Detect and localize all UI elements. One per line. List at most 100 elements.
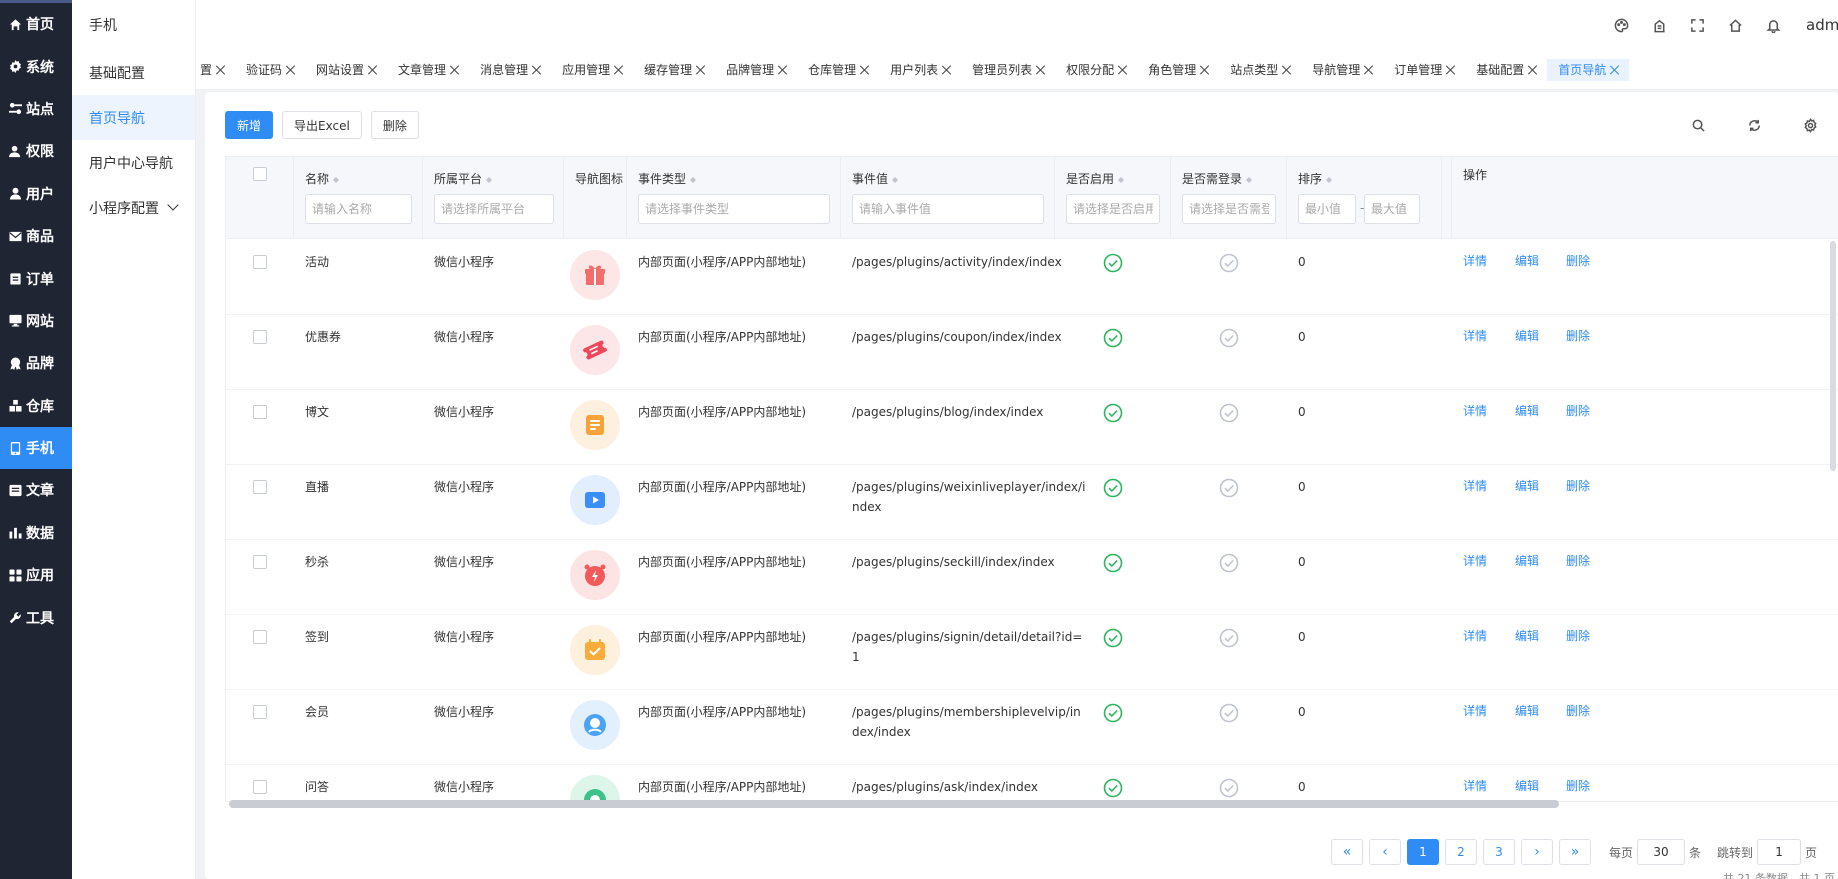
tab-7[interactable]: 品牌管理 [715, 59, 797, 81]
tab-5[interactable]: 应用管理 [551, 59, 633, 81]
close-icon[interactable] [1036, 65, 1046, 75]
detail-link[interactable]: 详情 [1463, 327, 1487, 344]
tab-9[interactable]: 用户列表 [879, 59, 961, 81]
close-icon[interactable] [1610, 65, 1620, 75]
tab-8[interactable]: 仓库管理 [797, 59, 879, 81]
column-enabled-label[interactable]: 是否启用 [1066, 170, 1125, 187]
next-page-button[interactable]: › [1521, 839, 1553, 865]
column-login-label[interactable]: 是否需登录 [1182, 170, 1253, 187]
settings-icon[interactable] [1782, 110, 1838, 140]
jump-page-input[interactable] [1757, 839, 1802, 865]
edit-link[interactable]: 编辑 [1515, 627, 1539, 644]
sort-icon[interactable] [891, 174, 899, 184]
platform-filter-select[interactable] [434, 194, 554, 224]
sort-icon[interactable] [485, 174, 493, 184]
row-checkbox[interactable] [253, 705, 267, 719]
close-icon[interactable] [860, 65, 870, 75]
event-type-filter-select[interactable] [638, 194, 830, 224]
search-icon[interactable] [1670, 110, 1726, 140]
column-sort-label[interactable]: 排序 [1298, 170, 1333, 187]
page-button-1[interactable]: 1 [1407, 839, 1439, 865]
tab-10[interactable]: 管理员列表 [961, 59, 1055, 81]
vertical-scrollbar[interactable] [1830, 241, 1836, 471]
close-icon[interactable] [778, 65, 788, 75]
page-button-3[interactable]: 3 [1483, 839, 1515, 865]
edit-link[interactable]: 编辑 [1515, 477, 1539, 494]
tab-12[interactable]: 角色管理 [1137, 59, 1219, 81]
delete-link[interactable]: 删除 [1566, 702, 1590, 719]
close-icon[interactable] [1446, 65, 1456, 75]
nav-item-1[interactable]: 系统 [0, 45, 72, 87]
edit-link[interactable]: 编辑 [1515, 702, 1539, 719]
nav-item-9[interactable]: 仓库 [0, 385, 72, 427]
close-icon[interactable] [942, 65, 952, 75]
sort-icon[interactable] [1117, 174, 1125, 184]
close-icon[interactable] [1118, 65, 1128, 75]
submenu-item-basic-config[interactable]: 基础配置 [72, 50, 195, 95]
sort-max-input[interactable] [1364, 194, 1420, 224]
close-icon[interactable] [450, 65, 460, 75]
sort-icon[interactable] [1245, 174, 1253, 184]
add-button[interactable]: 新增 [225, 111, 274, 139]
first-page-button[interactable]: « [1331, 839, 1363, 865]
edit-link[interactable]: 编辑 [1515, 327, 1539, 344]
name-filter-input[interactable] [305, 194, 412, 224]
edit-link[interactable]: 编辑 [1515, 252, 1539, 269]
row-checkbox[interactable] [253, 255, 267, 269]
edit-link[interactable]: 编辑 [1515, 552, 1539, 569]
tab-6[interactable]: 缓存管理 [633, 59, 715, 81]
close-icon[interactable] [532, 65, 542, 75]
detail-link[interactable]: 详情 [1463, 252, 1487, 269]
nav-item-10[interactable]: 手机 [0, 426, 72, 470]
column-platform-label[interactable]: 所属平台 [434, 170, 493, 187]
tab-4[interactable]: 消息管理 [469, 59, 551, 81]
home-outline-icon[interactable] [1716, 0, 1754, 50]
nav-item-8[interactable]: 品牌 [0, 342, 72, 384]
column-event-type-label[interactable]: 事件类型 [638, 170, 697, 187]
submenu-item-home-nav[interactable]: 首页导航 [72, 95, 195, 140]
nav-item-0[interactable]: 首页 [0, 3, 72, 45]
per-page-input[interactable] [1637, 839, 1686, 865]
close-icon[interactable] [216, 65, 226, 75]
delete-link[interactable]: 删除 [1566, 477, 1590, 494]
column-event-value-label[interactable]: 事件值 [852, 170, 899, 187]
row-checkbox[interactable] [253, 330, 267, 344]
enabled-filter-select[interactable] [1066, 194, 1160, 224]
nav-item-13[interactable]: 应用 [0, 554, 72, 596]
nav-item-12[interactable]: 数据 [0, 512, 72, 554]
last-page-button[interactable]: » [1559, 839, 1591, 865]
row-checkbox[interactable] [253, 780, 267, 794]
nav-item-2[interactable]: 站点 [0, 88, 72, 130]
nav-item-4[interactable]: 用户 [0, 173, 72, 215]
row-checkbox[interactable] [253, 630, 267, 644]
sort-icon[interactable] [1325, 174, 1333, 184]
nav-item-7[interactable]: 网站 [0, 300, 72, 342]
close-icon[interactable] [1364, 65, 1374, 75]
tab-17[interactable]: 首页导航 [1547, 58, 1630, 81]
bell-icon[interactable] [1754, 0, 1792, 50]
palette-icon[interactable] [1602, 0, 1640, 50]
delete-link[interactable]: 删除 [1566, 327, 1590, 344]
nav-item-6[interactable]: 订单 [0, 257, 72, 299]
sort-min-input[interactable] [1298, 194, 1356, 224]
tab-0[interactable]: 置 [196, 59, 235, 81]
nav-item-5[interactable]: 商品 [0, 215, 72, 257]
sort-icon[interactable] [332, 174, 340, 184]
horizontal-scrollbar[interactable] [229, 800, 1559, 808]
submenu-item-user-center-nav[interactable]: 用户中心导航 [72, 140, 195, 185]
refresh-icon[interactable] [1726, 110, 1782, 140]
tab-13[interactable]: 站点类型 [1219, 59, 1301, 81]
close-icon[interactable] [286, 65, 296, 75]
close-icon[interactable] [368, 65, 378, 75]
row-checkbox[interactable] [253, 405, 267, 419]
close-icon[interactable] [614, 65, 624, 75]
column-name-label[interactable]: 名称 [305, 170, 340, 187]
delete-link[interactable]: 删除 [1566, 777, 1590, 794]
user-name[interactable]: admin [1792, 16, 1838, 34]
tab-16[interactable]: 基础配置 [1465, 59, 1547, 81]
prev-page-button[interactable]: ‹ [1369, 839, 1401, 865]
row-checkbox[interactable] [253, 555, 267, 569]
detail-link[interactable]: 详情 [1463, 777, 1487, 794]
event-value-filter-input[interactable] [852, 194, 1044, 224]
submenu-item-miniprogram-config[interactable]: 小程序配置 [72, 185, 195, 230]
